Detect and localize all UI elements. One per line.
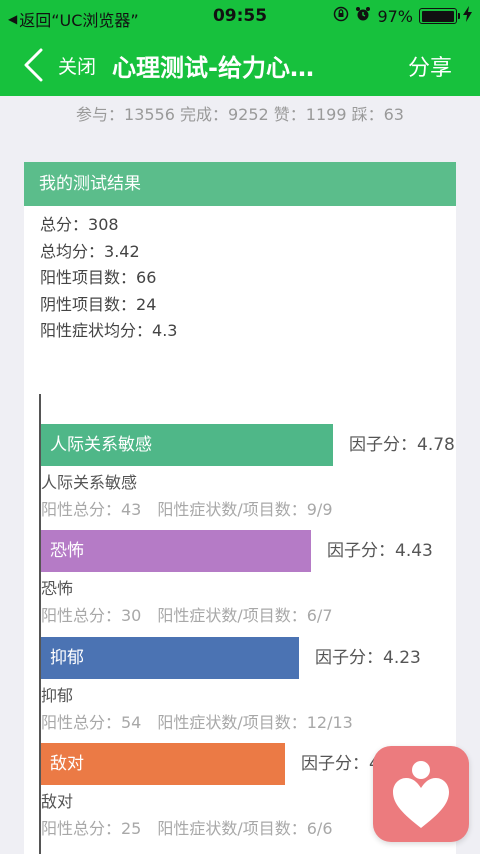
summary-negative-count: 阴性项目数：24 [40, 292, 456, 319]
result-card-header: 我的测试结果 [24, 162, 456, 206]
heart-person-app-icon[interactable] [373, 746, 469, 842]
summary-label: 总分： [40, 215, 89, 234]
battery-icon [419, 8, 460, 24]
alarm-icon [355, 6, 371, 26]
status-bar: ◀ 返回“UC浏览器” 09:55 97% [0, 0, 480, 34]
charging-bolt-icon [463, 6, 472, 26]
status-back-to-app[interactable]: ◀ 返回“UC浏览器” [8, 7, 139, 31]
summary-value: 24 [136, 294, 157, 314]
factor-score: 因子分：4.23 [315, 648, 421, 668]
summary-label: 阳性项目数： [40, 268, 137, 287]
battery-percent: 97% [377, 6, 413, 26]
summary-label: 阳性症状均分： [40, 321, 153, 340]
factor-bar: 恐怖 [41, 530, 311, 572]
factor-detail: 阳性总分：25 阳性症状数/项目数：6/6 [41, 819, 333, 838]
summary-positive-average: 阳性症状均分：4.3 [40, 318, 456, 345]
factor-bar: 抑郁 [41, 637, 299, 679]
orientation-lock-icon [333, 6, 349, 26]
summary-value: 308 [88, 215, 119, 234]
factor-name: 抑郁 [41, 686, 74, 705]
summary-value: 66 [136, 268, 157, 287]
factor-bar: 敌对 [41, 743, 285, 785]
page-title: 心理测试-给力心… [112, 54, 314, 82]
nav-bar: 关闭 心理测试-给力心… 分享 [0, 34, 480, 96]
result-summary: 总分：308 总均分：3.42 阳性项目数：66 阴性项目数：24 阳性症状均分… [24, 206, 456, 345]
factor-detail: 阳性总分：43 阳性症状数/项目数：9/9 [41, 500, 333, 519]
back-button[interactable] [22, 48, 52, 82]
close-button[interactable]: 关闭 [58, 52, 96, 79]
summary-label: 总均分： [40, 241, 105, 261]
battery-fill [421, 10, 454, 22]
factor-score: 因子分：4.43 [327, 541, 433, 561]
factor-detail: 阳性总分：54 阳性症状数/项目数：12/13 [41, 713, 353, 732]
summary-label: 阴性项目数： [40, 294, 137, 314]
summary-total: 总分：308 [40, 212, 456, 239]
summary-average: 总均分：3.42 [40, 239, 456, 266]
test-stats: 参与：13556 完成：9252 赞：1199 踩：63 [76, 105, 404, 124]
share-button[interactable]: 分享 [408, 50, 452, 82]
factor-bar: 人际关系敏感 [41, 424, 333, 466]
heart-person-glyph-icon [393, 761, 449, 828]
summary-positive-count: 阳性项目数：66 [40, 265, 456, 292]
factor-detail: 阳性总分：30 阳性症状数/项目数：6/7 [41, 606, 333, 625]
factor-name: 恐怖 [41, 579, 74, 598]
back-triangle-icon: ◀ [8, 12, 18, 26]
factor-score: 因子分：4.78 [349, 435, 455, 455]
factor-name: 人际关系敏感 [41, 473, 138, 492]
summary-value: 3.42 [104, 241, 140, 261]
summary-value: 4.3 [152, 321, 178, 340]
factor-name: 敌对 [41, 792, 74, 811]
factor-score: 因子分：4 [301, 754, 380, 774]
status-back-label: 返回“UC浏览器” [19, 11, 139, 30]
chevron-left-icon [24, 48, 43, 82]
status-right-group: 97% [333, 6, 472, 26]
